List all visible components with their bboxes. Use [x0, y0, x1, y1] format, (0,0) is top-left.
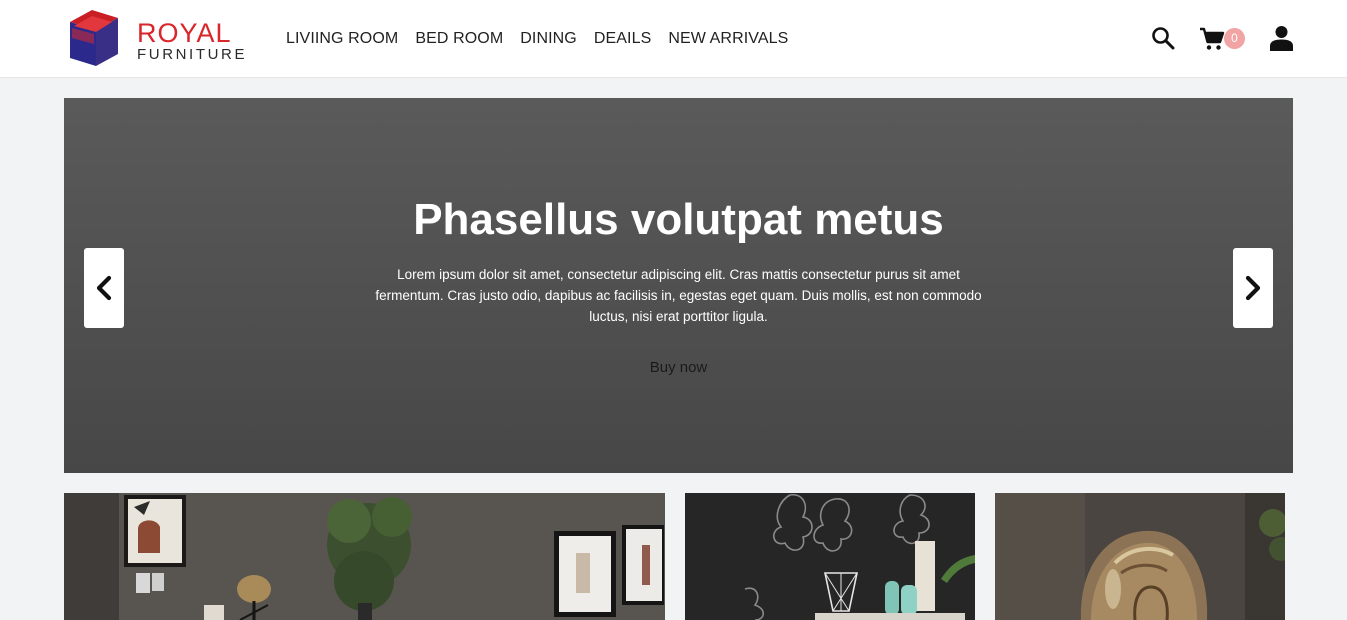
- brand-logo[interactable]: ROYAL FURNITURE: [66, 8, 256, 70]
- cart-icon[interactable]: [1199, 27, 1225, 51]
- logo-cube-icon: [70, 10, 118, 66]
- category-tile-shelf-decor[interactable]: [685, 493, 975, 620]
- site-header: ROYAL FURNITURE LIVIING ROOM BED ROOM DI…: [0, 0, 1347, 78]
- brand-name-line2: FURNITURE: [137, 46, 248, 63]
- nav-item-deails[interactable]: DEAILS: [594, 28, 652, 50]
- category-tile-glass-lamp[interactable]: [995, 493, 1285, 620]
- buy-now-button[interactable]: Buy now: [628, 356, 729, 380]
- chevron-left-icon: [96, 275, 112, 301]
- search-icon[interactable]: [1151, 26, 1175, 50]
- hero-carousel: Phasellus volutpat metus Lorem ipsum dol…: [64, 98, 1293, 473]
- hero-description: Lorem ipsum dolor sit amet, consectetur …: [375, 267, 982, 324]
- category-tile-living-room[interactable]: [64, 493, 665, 620]
- nav-item-new-arrivals[interactable]: NEW ARRIVALS: [668, 28, 788, 50]
- nav-item-living-room[interactable]: LIVIING ROOM: [286, 28, 398, 50]
- cart-count-badge: 0: [1224, 28, 1245, 49]
- carousel-next-button[interactable]: [1233, 248, 1273, 328]
- hero-title: Phasellus volutpat metus: [413, 195, 944, 244]
- carousel-prev-button[interactable]: [84, 248, 124, 328]
- user-icon[interactable]: [1269, 25, 1294, 51]
- nav-item-dining[interactable]: DINING: [520, 28, 577, 50]
- nav-item-bed-room[interactable]: BED ROOM: [415, 28, 503, 50]
- main-nav: LIVIING ROOM BED ROOM DINING DEAILS NEW …: [286, 28, 788, 50]
- glass-lamp-image: [995, 493, 1285, 620]
- brand-name-line1: ROYAL: [137, 18, 232, 48]
- shelf-decor-image: [685, 493, 975, 620]
- chevron-right-icon: [1245, 275, 1261, 301]
- living-room-image: [64, 493, 665, 620]
